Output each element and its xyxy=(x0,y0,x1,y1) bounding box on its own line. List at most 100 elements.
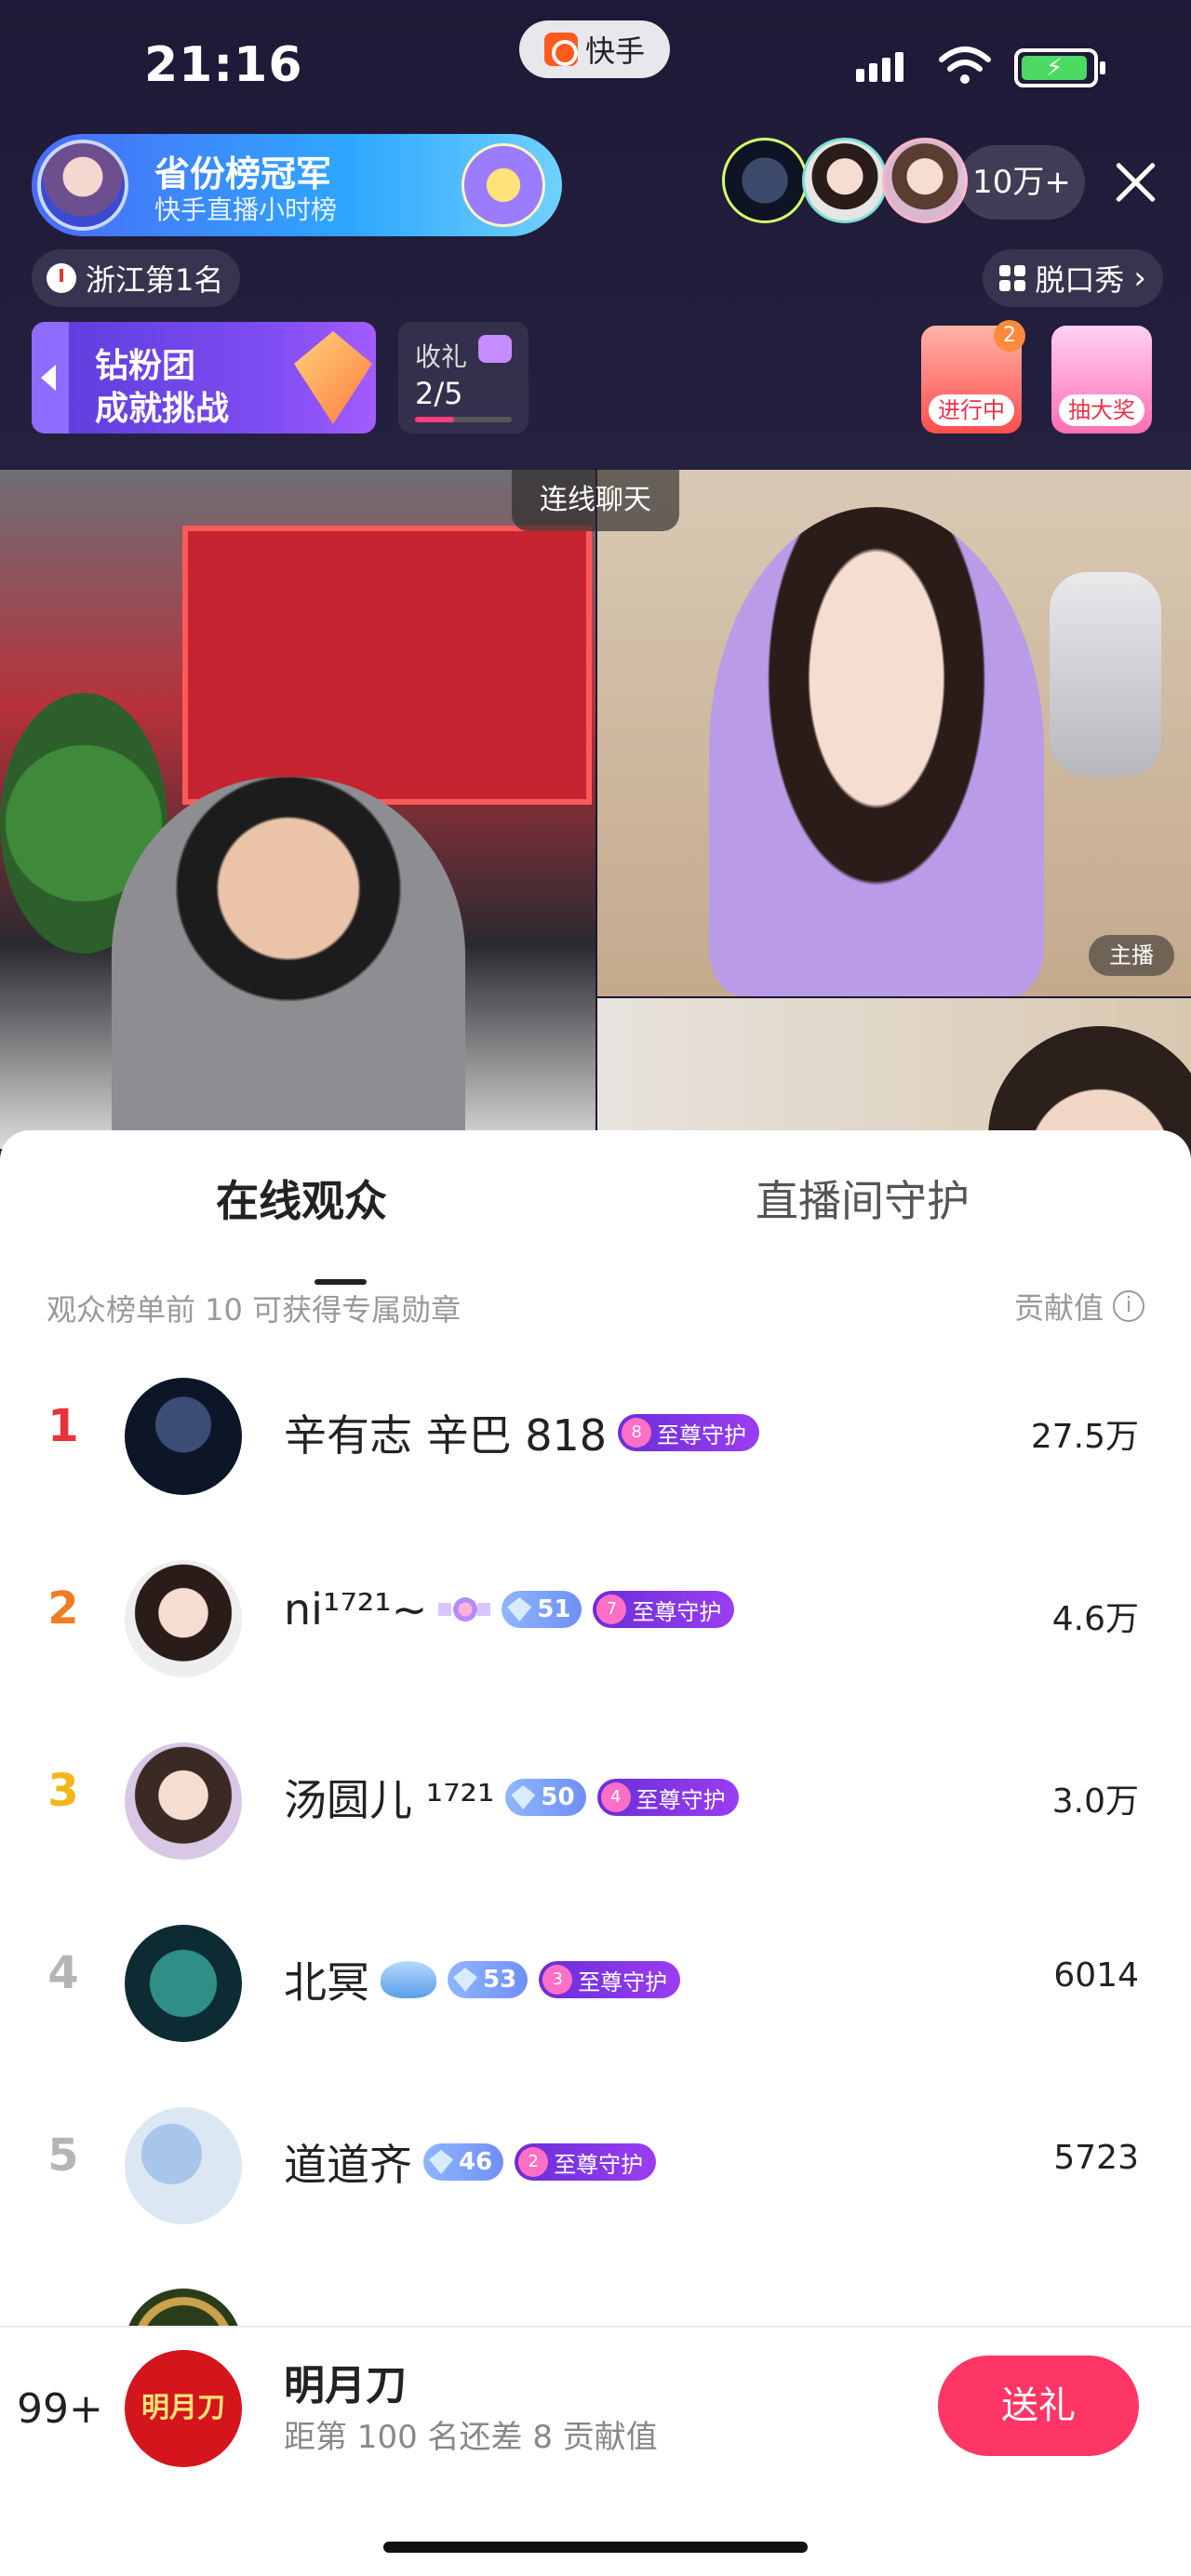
table-row[interactable]: 5 道道齐 46 2 至尊守护 5723 xyxy=(0,2075,1191,2258)
video-host[interactable] xyxy=(597,470,1191,996)
my-name: 明月刀 xyxy=(284,2362,407,2409)
rank-number: 2 xyxy=(47,1582,79,1635)
activity-lottery[interactable]: 抽大奖 xyxy=(1051,326,1152,434)
guard-label: 至尊守护 xyxy=(632,1598,722,1625)
fan-level: 51 xyxy=(537,1595,571,1623)
fans-line2: 成就挑战 xyxy=(95,390,230,428)
viewer-name: 道道齐 xyxy=(284,2140,412,2190)
status-bar: 21:16 快手 ⚡ xyxy=(0,0,1191,130)
category-name: 脱口秀 xyxy=(1035,262,1125,298)
gift-task-progress: 2/5 xyxy=(415,376,463,411)
viewer-count[interactable]: 10万+ xyxy=(958,145,1085,220)
guard-badge: 2 至尊守护 xyxy=(515,2143,657,2181)
avatar[interactable] xyxy=(125,1560,242,1677)
viewer-name-line: 汤圆儿 ¹⁷²¹ 50 4 至尊守护 xyxy=(284,1767,739,1828)
rank-number: 4 xyxy=(47,1947,79,1999)
guard-level: 2 xyxy=(518,2147,549,2177)
app-indicator[interactable]: 快手 xyxy=(519,20,670,78)
neon-sign xyxy=(182,526,592,805)
fan-level: 53 xyxy=(483,1966,517,1994)
table-row[interactable]: 1 辛有志 辛巴 818 8 至尊守护 27.5万 xyxy=(0,1346,1191,1528)
host-avatar xyxy=(37,140,128,231)
guard-level: 8 xyxy=(622,1418,652,1448)
my-rank: 99+ xyxy=(17,2385,103,2433)
fan-level-badge: 50 xyxy=(505,1779,586,1816)
region-rank[interactable]: 浙江第1名 xyxy=(32,249,241,307)
table-row[interactable]: 2 ni¹⁷²¹~ 51 7 至尊守护 4.6万 xyxy=(0,1528,1191,1711)
contribution-value: 5723 xyxy=(1053,2139,1139,2177)
guard-level: 4 xyxy=(600,1782,631,1812)
video-guest-right[interactable] xyxy=(597,998,1191,1249)
link-chat-label[interactable]: 连线聊天 xyxy=(512,470,679,531)
fan-level-badge: 51 xyxy=(502,1591,582,1628)
clock-icon xyxy=(47,263,76,293)
guard-label: 至尊守护 xyxy=(636,1786,726,1813)
fan-level: 46 xyxy=(459,2148,493,2176)
activity-ongoing-label: 进行中 xyxy=(929,394,1014,426)
viewer-avatar[interactable] xyxy=(722,138,808,223)
status-time: 21:16 xyxy=(144,37,303,93)
champion-subtitle: 快手直播小时榜 xyxy=(154,194,338,225)
viewer-name: 汤圆儿 ¹⁷²¹ xyxy=(284,1775,495,1825)
crown-gift-icon xyxy=(478,335,512,363)
fans-challenge-banner[interactable]: 钻粉团 成就挑战 xyxy=(32,322,376,434)
fan-level: 50 xyxy=(541,1783,575,1811)
tab-indicator xyxy=(314,1279,367,1285)
guard-badge: 8 至尊守护 xyxy=(618,1414,760,1451)
home-indicator[interactable] xyxy=(383,2542,808,2553)
activity-lottery-label: 抽大奖 xyxy=(1059,394,1144,426)
diamond-icon xyxy=(294,331,372,424)
chevron-right-icon: › xyxy=(1133,260,1146,297)
table-row[interactable]: 3 汤圆儿 ¹⁷²¹ 50 4 至尊守护 3.0万 xyxy=(0,1711,1191,1893)
gem-icon xyxy=(453,1968,477,1992)
info-icon[interactable]: i xyxy=(1113,1290,1144,1322)
champion-badge[interactable]: 省份榜冠军 快手直播小时榜 xyxy=(32,134,562,236)
ranking-hint: 观众榜单前 10 可获得专属勋章 xyxy=(47,1292,462,1328)
my-rank-bar: 99+ 明月刀 明月刀 距第 100 名还差 8 贡献值 送礼 xyxy=(0,2326,1191,2576)
region-rank-text: 浙江第1名 xyxy=(86,262,224,298)
viewer-name: ni¹⁷²¹~ xyxy=(284,1584,428,1635)
gem-icon xyxy=(511,1785,536,1809)
whale-icon xyxy=(381,1961,436,1998)
wifi-icon xyxy=(939,47,991,84)
bear-figure xyxy=(1050,572,1161,777)
avatar[interactable] xyxy=(125,1925,242,2042)
fan-level-badge: 46 xyxy=(423,2143,504,2181)
guard-badge: 4 至尊守护 xyxy=(596,1779,739,1816)
battery-icon: ⚡ xyxy=(1014,48,1105,87)
viewer-name: 辛有志 辛巴 818 xyxy=(284,1410,608,1461)
avatar[interactable] xyxy=(125,1378,242,1495)
tab-room-guard[interactable]: 直播间守护 xyxy=(756,1168,970,1229)
category-pill[interactable]: 脱口秀 › xyxy=(983,249,1163,307)
contribution-value: 27.5万 xyxy=(1030,1418,1139,1456)
video-guest-left[interactable] xyxy=(0,470,596,1149)
category-grid-icon xyxy=(999,265,1026,291)
avatar[interactable] xyxy=(125,1742,242,1860)
contribution-header[interactable]: 贡献值 i xyxy=(1014,1285,1144,1328)
sheet-tabs: 在线观众 直播间守护 xyxy=(0,1168,1191,1285)
guard-label: 至尊守护 xyxy=(578,1969,668,1995)
send-gift-button[interactable]: 送礼 xyxy=(938,2356,1139,2456)
collapse-arrow-icon[interactable] xyxy=(32,322,69,434)
viewer-name-line: 北冥 53 3 至尊守护 xyxy=(284,1949,681,2010)
viewer-avatar[interactable] xyxy=(802,138,888,223)
gift-task[interactable]: 收礼 2/5 xyxy=(398,322,529,434)
live-video[interactable]: 连线聊天 主播 xyxy=(0,470,1191,1249)
rank-number: 5 xyxy=(47,2129,79,2182)
contribution-value: 6014 xyxy=(1053,1956,1139,1995)
tab-online-audience[interactable]: 在线观众 xyxy=(216,1168,387,1229)
my-gap-text: 距第 100 名还差 8 贡献值 xyxy=(284,2419,658,2456)
crown-icon xyxy=(462,143,545,227)
activity-ongoing[interactable]: 2 进行中 xyxy=(921,320,1025,434)
viewer-name-line: 辛有志 辛巴 818 8 至尊守护 xyxy=(284,1402,760,1463)
guard-level: 3 xyxy=(542,1965,573,1995)
close-icon[interactable] xyxy=(1109,156,1161,208)
fans-line1: 钻粉团 xyxy=(95,347,196,385)
avatar[interactable] xyxy=(125,2107,242,2224)
table-row[interactable]: 4 北冥 53 3 至尊守护 6014 xyxy=(0,1893,1191,2075)
viewer-avatar[interactable] xyxy=(882,138,968,223)
gift-progress-bar xyxy=(415,417,512,422)
guard-label: 至尊守护 xyxy=(657,1421,747,1448)
kuaishou-logo-icon xyxy=(543,33,578,66)
my-avatar[interactable]: 明月刀 xyxy=(125,2350,242,2467)
